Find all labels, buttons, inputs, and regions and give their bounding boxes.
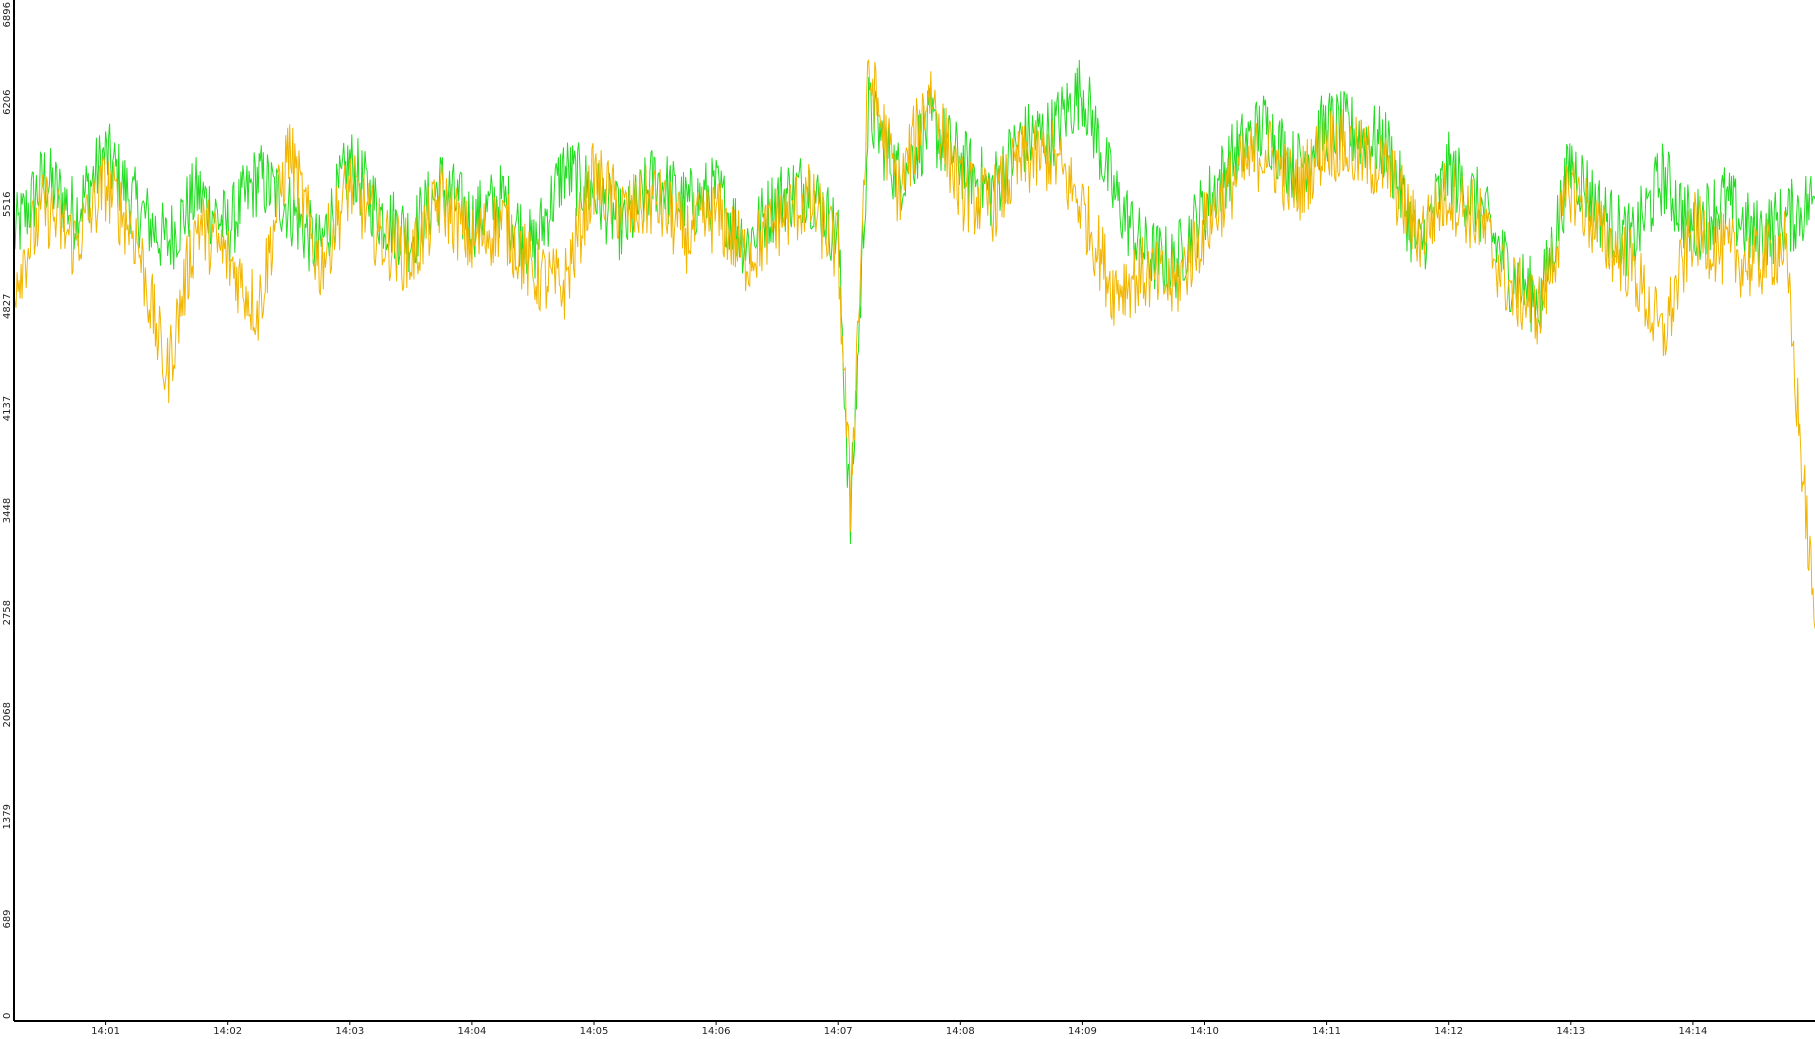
x-tick-label: 14:09 — [1068, 1026, 1097, 1037]
x-tick-labels: 14:01 14:02 14:03 14:04 14:05 14:06 14:07 14:08… — [91, 1021, 1707, 1037]
x-tick-label: 14:04 — [457, 1026, 486, 1037]
x-tick-label: 14:06 — [702, 1026, 731, 1037]
x-tick-label: 14:14 — [1678, 1026, 1707, 1037]
x-tick-label: 14:02 — [213, 1026, 242, 1037]
x-tick-label: 14:05 — [580, 1026, 609, 1037]
y-tick-label: 6896 — [2, 2, 13, 27]
x-tick-label: 14:07 — [824, 1026, 853, 1037]
x-tick-label: 14:12 — [1434, 1026, 1463, 1037]
x-tick-label: 14:11 — [1312, 1026, 1341, 1037]
y-tick-label: 0 — [2, 1013, 13, 1019]
y-tick-label: 6206 — [2, 89, 13, 114]
x-tick-label: 14:10 — [1190, 1026, 1219, 1037]
y-tick-label: 1379 — [2, 804, 13, 829]
chart-svg: 0 689 1379 2068 2758 3448 4137 4827 5516 6206 6896… — [2, 0, 1815, 1037]
y-tick-label: 2758 — [2, 600, 13, 625]
series-layer — [13, 58, 1815, 629]
x-tick-label: 14:01 — [91, 1026, 120, 1037]
y-tick-labels: 0 689 1379 2068 2758 3448 4137 4827 5516 6206 6896 — [2, 2, 13, 1019]
x-tick-label: 14:13 — [1556, 1026, 1585, 1037]
y-tick-label: 689 — [2, 909, 13, 928]
x-tick-label: 14:08 — [946, 1026, 975, 1037]
y-tick-label: 5516 — [2, 192, 13, 217]
y-tick-label: 4827 — [2, 294, 13, 319]
x-tick-label: 14:03 — [335, 1026, 364, 1037]
y-tick-label: 4137 — [2, 396, 13, 421]
y-tick-label: 2068 — [2, 702, 13, 727]
line-chart: 0 689 1379 2068 2758 3448 4137 4827 5516 6206 6896… — [0, 0, 1815, 1039]
y-tick-label: 3448 — [2, 498, 13, 523]
series-line-2 — [13, 58, 1815, 629]
